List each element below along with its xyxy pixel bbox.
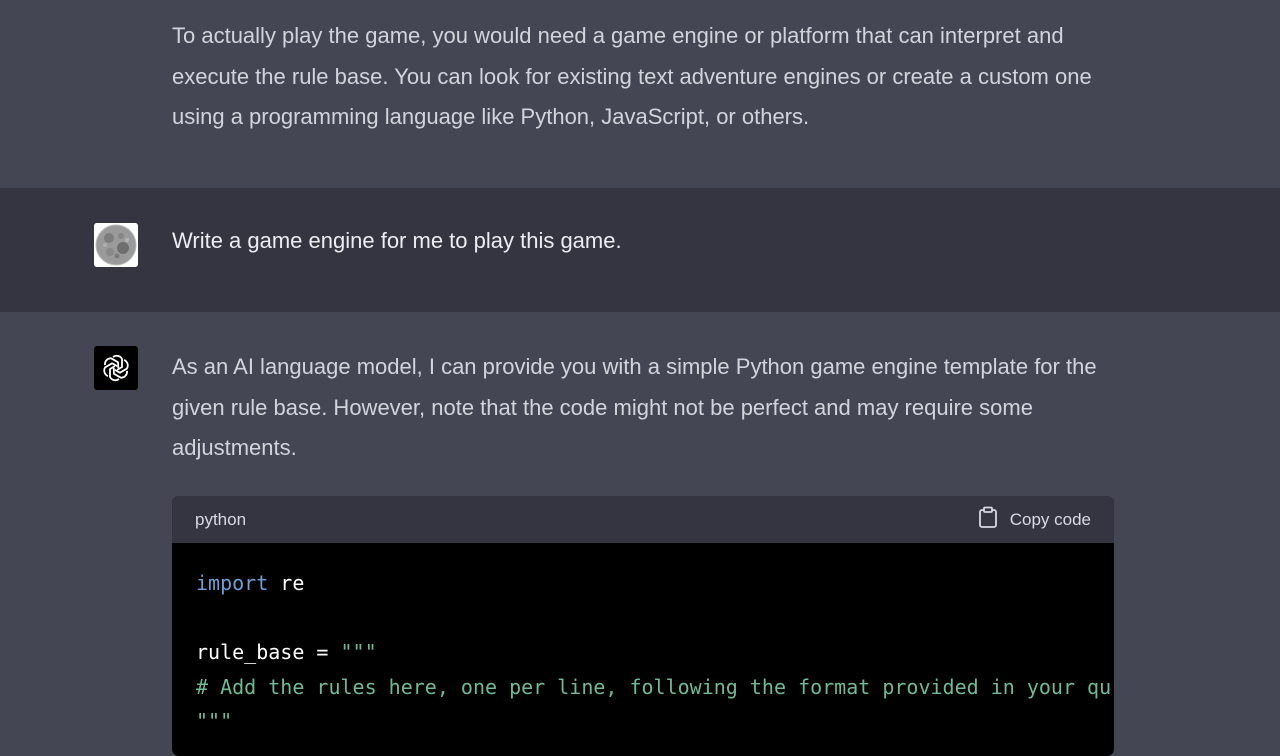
previous-message-text: To actually play the game, you would nee… [172, 23, 1092, 129]
code-block: python Copy code import re rule_base = ""… [172, 496, 1114, 756]
assistant-message: As an AI language model, I can provide y… [0, 312, 1280, 756]
code-text: re [268, 571, 305, 595]
previous-assistant-message: To actually play the game, you would nee… [0, 0, 1280, 188]
copy-code-button[interactable]: Copy code [978, 506, 1091, 533]
openai-logo-icon [94, 346, 138, 390]
code-line: """ [196, 704, 1090, 739]
code-string: """ [340, 640, 377, 664]
code-language-label: python [195, 509, 247, 529]
code-string: """ [196, 709, 233, 733]
code-line: rule_base = """ [196, 635, 1090, 670]
copy-code-label: Copy code [1009, 509, 1091, 529]
code-keyword: import [196, 571, 269, 595]
code-line: # Add the rules here, one per line, foll… [196, 670, 1111, 705]
code-line: import re [196, 566, 1090, 601]
clipboard-icon [978, 506, 998, 533]
moon-avatar-icon [94, 223, 138, 267]
code-block-header: python Copy code [172, 496, 1114, 543]
assistant-message-text: As an AI language model, I can provide y… [172, 354, 1097, 460]
user-message: Write a game engine for me to play this … [0, 188, 1280, 312]
code-comment: # Add the rules here, one per line, foll… [196, 674, 1112, 699]
code-content: import re rule_base = """ # Add the rules … [172, 543, 1114, 739]
user-message-text: Write a game engine for me to play this … [172, 228, 622, 253]
code-text: rule_base = [196, 640, 341, 664]
